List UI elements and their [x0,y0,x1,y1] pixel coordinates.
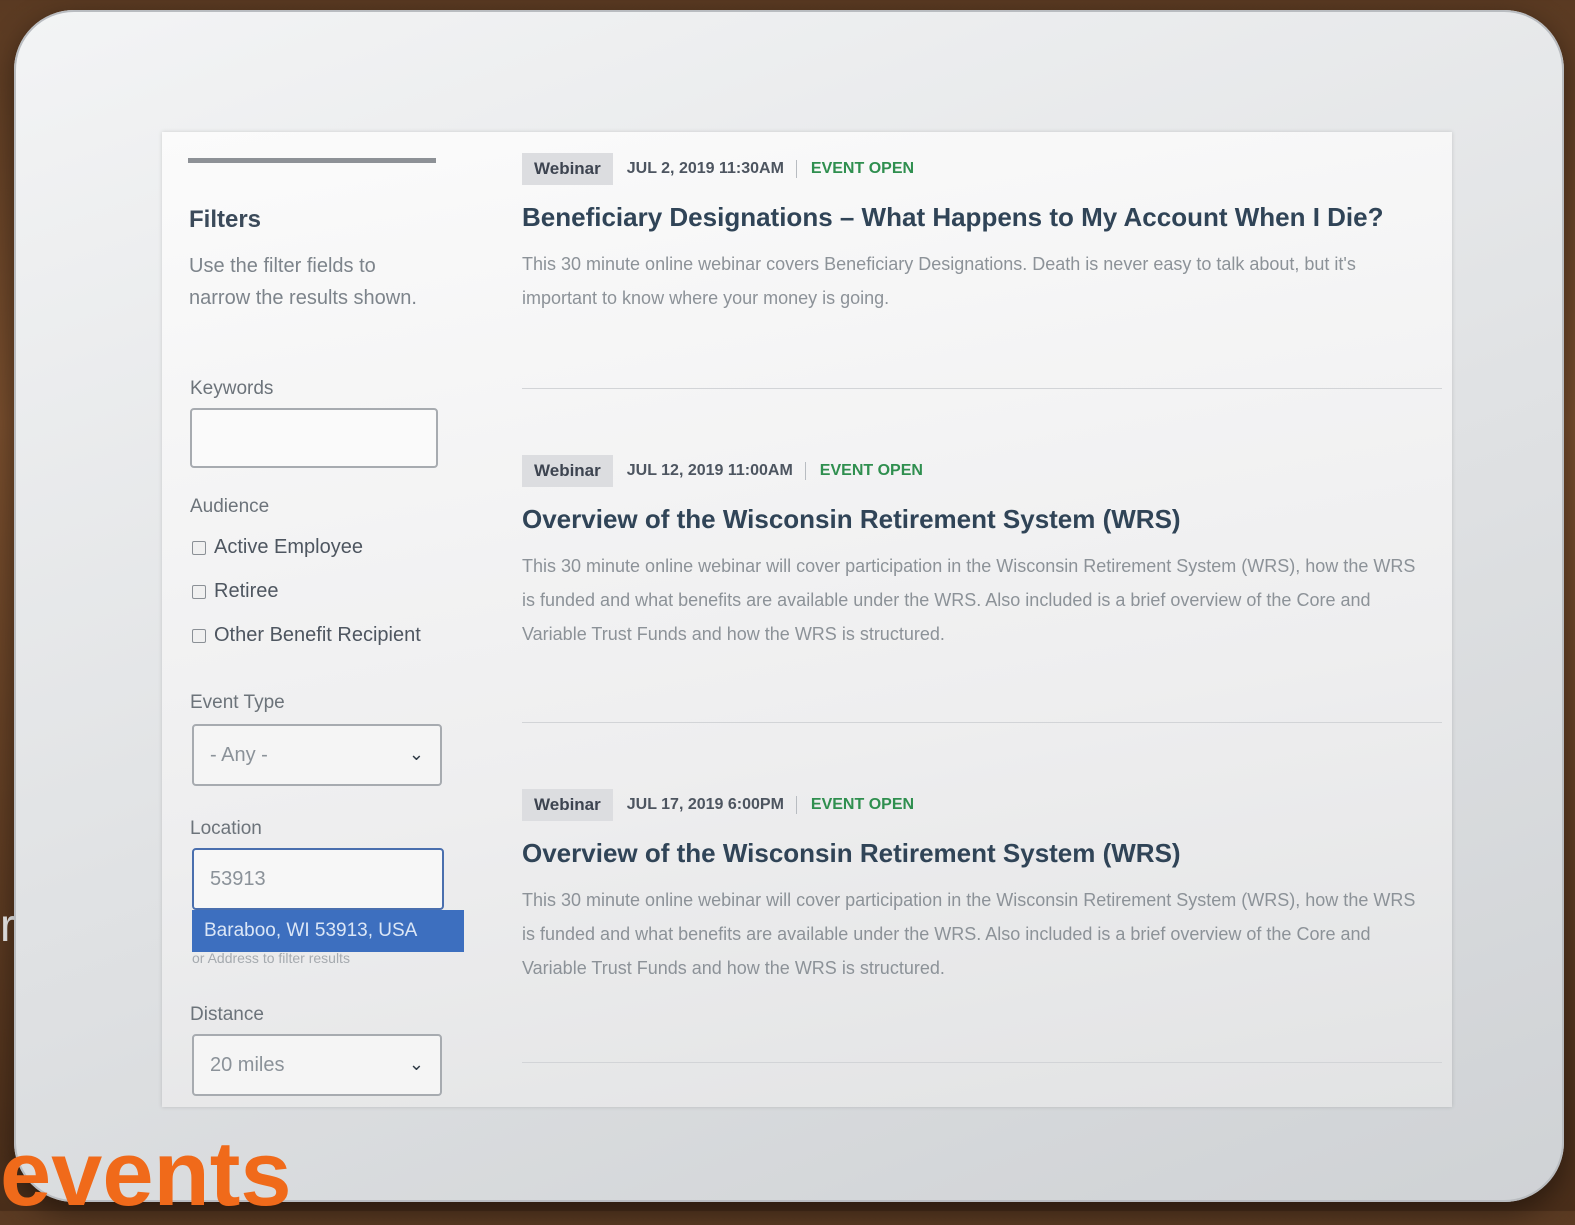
event-divider [522,722,1442,723]
audience-checkbox-retiree[interactable]: Retiree [192,580,278,603]
checkbox-icon[interactable] [192,628,206,643]
event-type-selected: - Any - [210,743,268,766]
event-description: This 30 minute online webinar covers Ben… [522,254,1356,308]
distance-label: Distance [190,1004,264,1025]
event-card: Webinar JUL 17, 2019 6:00PM EVENT OPEN O… [522,788,1432,985]
tablet-screen: Filters Use the filter fields to narrow … [162,132,1452,1107]
tablet-frame: Filters Use the filter fields to narrow … [14,10,1564,1202]
audience-checkbox-active-employee[interactable]: Active Employee [192,536,363,559]
event-status: EVENT OPEN [819,462,923,479]
location-suggestion[interactable]: Baraboo, WI 53913, USA [192,910,464,952]
keywords-label: Keywords [190,378,274,399]
event-date: JUL 2, 2019 11:30AM [627,160,797,178]
event-meta: Webinar JUL 17, 2019 6:00PM EVENT OPEN [522,788,1432,822]
event-meta: Webinar JUL 2, 2019 11:30AM EVENT OPEN [522,152,1432,186]
event-type-select[interactable]: - Any - ⌄ [192,724,442,786]
event-type-label: Event Type [190,692,285,713]
event-title-link[interactable]: Overview of the Wisconsin Retirement Sys… [522,838,1432,869]
audience-label: Audience [190,496,270,517]
filters-sidebar: Filters Use the filter fields to narrow … [162,132,464,1107]
filters-title: Filters [189,206,262,233]
event-divider [522,1062,1442,1063]
location-label: Location [190,818,262,839]
audience-checkbox-other-benefit-recipient[interactable]: Other Benefit Recipient [192,624,421,647]
keywords-input[interactable] [190,408,438,468]
event-type-badge: Webinar [522,153,613,185]
location-input[interactable]: 53913 [192,848,444,910]
filters-description: Use the filter fields to narrow the resu… [189,255,417,309]
event-description: This 30 minute online webinar will cover… [522,556,1416,644]
checkbox-icon[interactable] [192,540,206,555]
event-status: EVENT OPEN [810,796,915,813]
event-status: EVENT OPEN [810,160,915,177]
sidebar-divider [188,158,436,163]
checkbox-label: Retiree [214,580,279,602]
event-card: Webinar JUL 2, 2019 11:30AM EVENT OPEN B… [522,152,1432,315]
event-date: JUL 12, 2019 11:00AM [627,462,806,480]
event-title-link[interactable]: Overview of the Wisconsin Retirement Sys… [522,504,1432,535]
event-card: Webinar JUL 12, 2019 11:00AM EVENT OPEN … [522,454,1432,651]
chevron-down-icon: ⌄ [408,744,424,764]
chevron-down-icon: ⌄ [408,1054,424,1074]
distance-selected: 20 miles [210,1053,285,1076]
slide-heading-fragment: events [0,1123,292,1225]
checkbox-label: Active Employee [214,536,363,558]
location-hint: or Address to filter results [192,950,350,966]
event-type-badge: Webinar [522,455,613,487]
distance-select[interactable]: 20 miles ⌄ [192,1034,442,1096]
event-type-badge: Webinar [522,789,613,821]
event-description: This 30 minute online webinar will cover… [522,890,1416,978]
event-date: JUL 17, 2019 6:00PM [627,796,797,814]
checkbox-label: Other Benefit Recipient [214,624,421,646]
event-divider [522,388,1442,389]
checkbox-icon[interactable] [192,584,206,599]
event-meta: Webinar JUL 12, 2019 11:00AM EVENT OPEN [522,454,1432,488]
event-title-link[interactable]: Beneficiary Designations – What Happens … [522,202,1432,233]
